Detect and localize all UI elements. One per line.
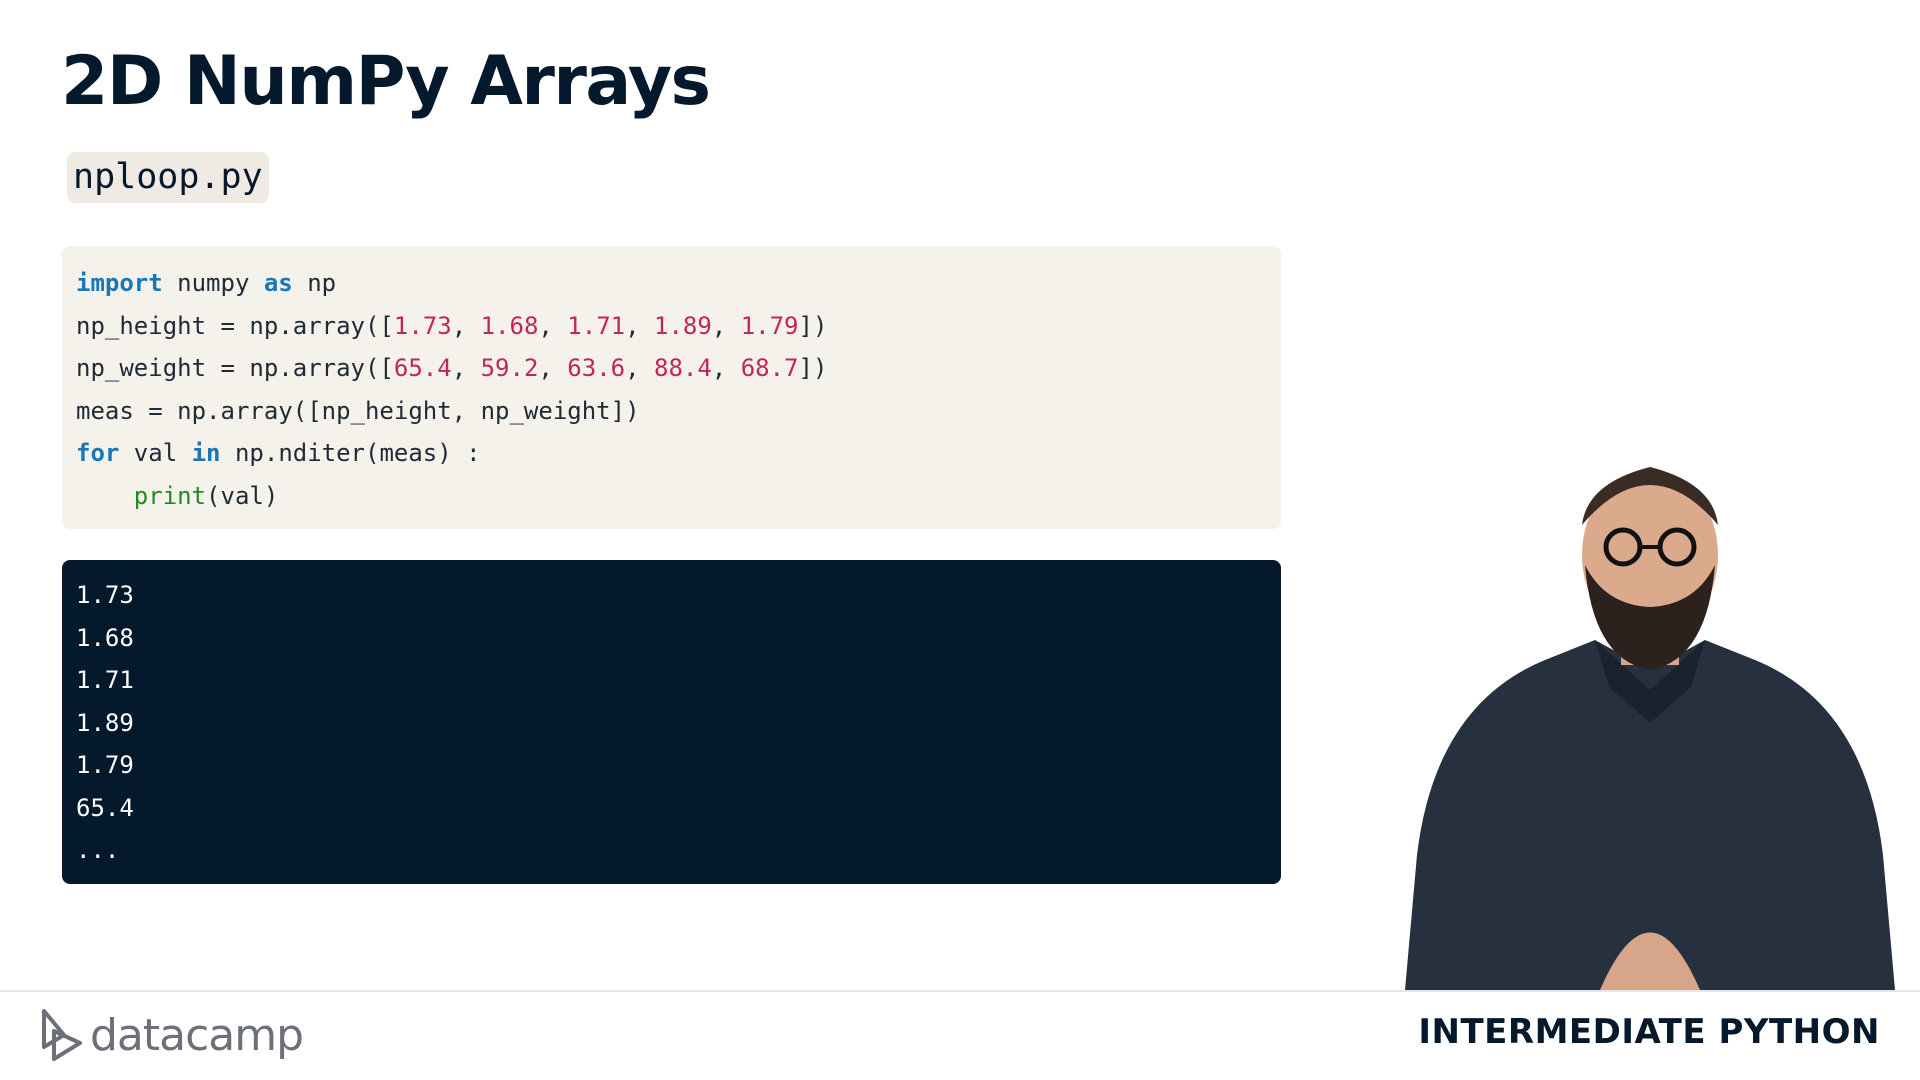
output-line: 65.4 [76,793,134,822]
number-literal: 68.7 [740,354,799,382]
output-line: 1.73 [76,581,134,609]
brand-name: datacamp [90,1009,304,1061]
number-literal: 1.73 [393,311,452,340]
code-text: meas = np.array([np_height, np_weight]) [76,396,640,425]
code-line-5: for val in np.nditer(meas) : [76,432,1267,475]
code-block: import numpy as np np_height = np.array(… [62,246,1281,529]
number-literal: 1.89 [654,311,712,340]
code-text: , [538,354,568,382]
code-text: (val) [206,481,279,510]
number-literal: 1.79 [740,311,799,340]
code-text: np_weight = np.array([ [76,354,394,382]
code-text: , [711,354,741,382]
code-text: , [451,354,481,382]
code-text: np [292,269,337,297]
builtin-print: print [133,481,207,510]
number-literal: 88.4 [654,354,712,382]
code-text: , [625,311,654,340]
slide-title: 2D NumPy Arrays [61,42,711,121]
filename-badge: nploop.py [67,152,269,203]
code-line-1: import numpy as np [76,262,1267,305]
output-line: 1.79 [76,751,134,779]
keyword-in: in [191,439,221,467]
output-line: ... [76,836,120,864]
number-literal: 1.68 [480,311,539,340]
number-literal: 65.4 [393,354,452,382]
output-console: 1.73 1.68 1.71 1.89 1.79 65.4 ... [62,560,1281,884]
output-line: 1.71 [76,666,134,694]
code-text: val [119,439,192,467]
code-text: ]) [798,354,828,382]
code-line-2: np_height = np.array([1.73, 1.68, 1.71, … [76,305,1267,348]
code-text: , [451,311,481,340]
number-literal: 63.6 [567,354,626,382]
code-text: ]) [798,311,828,340]
code-text: , [625,354,654,382]
output-line: 1.89 [76,708,134,737]
code-line-3: np_weight = np.array([65.4, 59.2, 63.6, … [76,347,1267,390]
code-text: np_height = np.array([ [76,311,394,340]
code-text: np.nditer(meas) : [220,439,481,467]
number-literal: 1.71 [567,311,626,340]
keyword-import: import [76,269,163,297]
footer-divider [0,990,1920,992]
number-literal: 59.2 [480,354,539,382]
code-line-6: print(val) [76,475,1267,518]
keyword-for: for [76,439,120,467]
keyword-as: as [263,269,293,297]
code-text: numpy [162,269,264,297]
code-text: , [711,311,741,340]
code-line-4: meas = np.array([np_height, np_weight]) [76,390,1267,433]
code-text: , [538,311,568,340]
datacamp-logo: datacamp [40,1005,304,1065]
output-line: 1.68 [76,623,134,652]
datacamp-logo-icon [42,1009,82,1061]
presenter-video [1405,467,1895,990]
course-title: INTERMEDIATE PYTHON [1418,1012,1880,1052]
